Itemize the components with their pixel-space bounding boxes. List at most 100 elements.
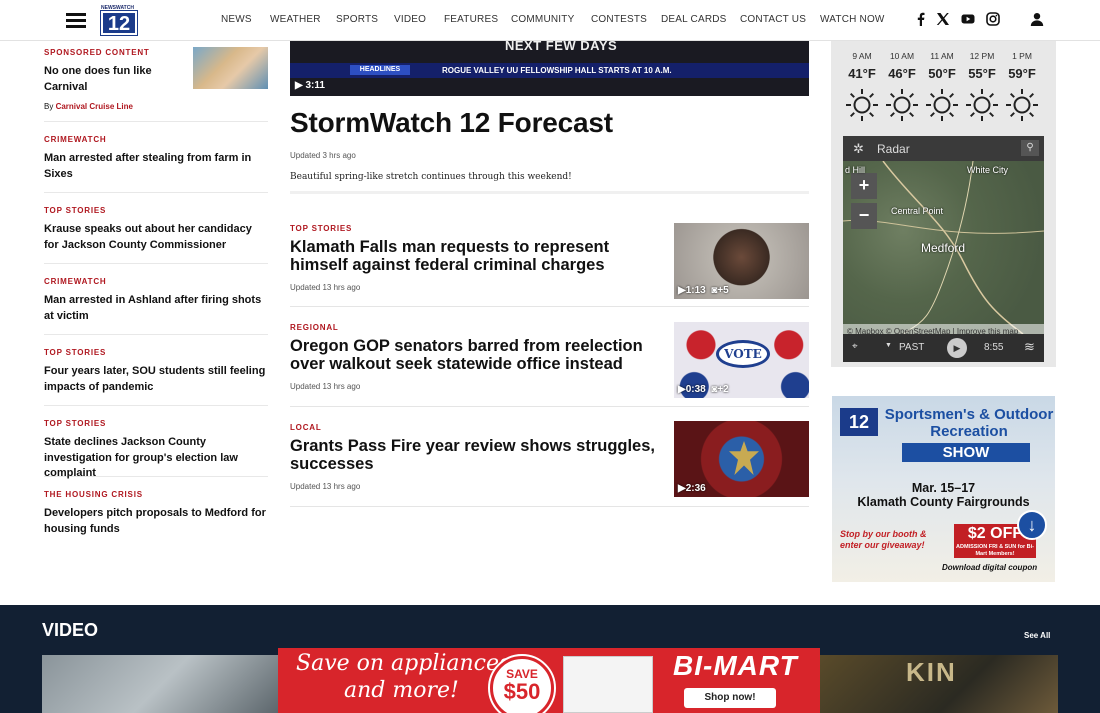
sponsored-image[interactable] — [193, 47, 268, 89]
sun-icon — [1006, 89, 1038, 121]
weather-widget: 9 AM 10 AM 11 AM 12 PM 1 PM 41°F 46°F 50… — [831, 41, 1056, 367]
byline-prefix: By — [44, 102, 54, 111]
radar-time: 8:55 — [984, 342, 1004, 353]
logo-number: 12 — [100, 10, 138, 36]
hero-video-player[interactable]: NEXT FEW DAYS HEADLINES ROGUE VALLEY UU … — [290, 41, 809, 96]
location-pin-icon[interactable]: ⌖ — [852, 341, 858, 352]
list-item[interactable]: TOP STORIES Krause speaks out about her … — [44, 206, 268, 264]
facebook-icon[interactable] — [914, 12, 928, 28]
sponsored-item[interactable]: SPONSORED CONTENT No one does fun like C… — [44, 41, 268, 122]
list-item-title[interactable]: State declines Jackson County investigat… — [44, 435, 268, 482]
story-card[interactable]: TOP STORIES Klamath Falls man requests t… — [290, 212, 809, 307]
sportsmen-show-ad[interactable]: 12 Sportsmen's & Outdoor Recreation SHOW… — [832, 396, 1055, 582]
account-icon[interactable] — [1030, 12, 1044, 28]
banner-brand: BI-MART — [673, 650, 798, 681]
list-item-title[interactable]: Man arrested after stealing from farm in… — [44, 151, 268, 182]
nav-watch-now[interactable]: WATCH NOW — [820, 14, 885, 25]
nav-news[interactable]: NEWS — [221, 14, 252, 25]
story-thumbnail[interactable]: ▶2:36 — [674, 421, 809, 497]
video-badge: ▶2:36 — [678, 483, 706, 494]
hour-label: 1 PM — [1012, 51, 1032, 61]
video-thumbnail[interactable] — [42, 655, 282, 713]
list-item-title[interactable]: Man arrested in Ashland after firing sho… — [44, 293, 268, 324]
list-item-kicker: TOP STORIES — [44, 419, 107, 428]
save-amount: $50 — [503, 679, 541, 704]
story-thumbnail[interactable]: VOTE ▶0:38 ◙+2 — [674, 322, 809, 398]
radar-logo-icon: ✲ — [853, 141, 864, 156]
radar-title: Radar — [877, 142, 910, 156]
radar-widget[interactable]: ✲ Radar ⚲ + − d Hill White City Central … — [843, 136, 1044, 362]
story-card[interactable]: LOCAL Grants Pass Fire year review shows… — [290, 407, 809, 507]
site-logo[interactable]: NEWSWATCH 12 — [100, 5, 138, 36]
story-title[interactable]: Grants Pass Fire year review shows strug… — [290, 437, 660, 473]
story-thumbnail[interactable]: ▶1:13 ◙+5 — [674, 223, 809, 299]
radar-settings-icon[interactable]: ⚲ — [1021, 140, 1039, 156]
play-icon: ▶ — [295, 80, 303, 91]
hero-title[interactable]: StormWatch 12 Forecast — [290, 107, 613, 139]
top-navigation-bar: NEWSWATCH 12 NEWS WEATHER SPORTS VIDEO F… — [0, 0, 1100, 41]
sun-icon — [886, 89, 918, 121]
list-item-kicker: CRIMEWATCH — [44, 277, 107, 286]
list-item-title[interactable]: Developers pitch proposals to Medford fo… — [44, 506, 268, 537]
story-card[interactable]: REGIONAL Oregon GOP senators barred from… — [290, 307, 809, 407]
hour-temp: 46°F — [888, 66, 916, 81]
list-item-kicker: TOP STORIES — [44, 206, 107, 215]
shop-now-button[interactable]: Shop now! — [684, 688, 776, 708]
list-item-title[interactable]: Four years later, SOU students still fee… — [44, 364, 268, 395]
video-badge: ▶0:38 ◙+2 — [678, 384, 729, 395]
nav-contact-us[interactable]: CONTACT US — [740, 14, 806, 25]
see-all-link[interactable]: See All — [1024, 631, 1050, 640]
story-title[interactable]: Oregon GOP senators barred from reelecti… — [290, 337, 660, 373]
nav-features[interactable]: FEATURES — [444, 14, 498, 25]
ad-dates: Mar. 15–17 — [911, 481, 976, 495]
list-item[interactable]: TOP STORIES State declines Jackson Count… — [44, 419, 268, 479]
nav-contests[interactable]: CONTESTS — [591, 14, 647, 25]
list-item-kicker: CRIMEWATCH — [44, 135, 107, 144]
video-duration-text: 3:11 — [305, 80, 325, 91]
radar-controls: ⌖ ▼ PAST ▶ 8:55 ≋ — [843, 334, 1044, 362]
story-title[interactable]: Klamath Falls man requests to represent … — [290, 238, 660, 274]
x-icon[interactable] — [936, 12, 950, 28]
download-arrow-icon[interactable]: ↓ — [1017, 510, 1047, 540]
list-item[interactable]: TOP STORIES Four years later, SOU studen… — [44, 348, 268, 406]
hour-temp: 50°F — [928, 66, 956, 81]
hour-temp: 59°F — [1008, 66, 1036, 81]
radar-header: ✲ Radar ⚲ — [843, 136, 1044, 161]
list-item[interactable]: THE HOUSING CRISIS Developers pitch prop… — [44, 490, 268, 548]
video-thumbnail[interactable]: KIN — [818, 655, 1058, 713]
play-button[interactable]: ▶ — [947, 338, 967, 358]
nav-deal-cards[interactable]: DEAL CARDS — [661, 14, 727, 25]
nav-sports[interactable]: SPORTS — [336, 14, 378, 25]
sponsored-title[interactable]: No one does fun like Carnival — [44, 64, 164, 95]
list-item-kicker: TOP STORIES — [44, 348, 107, 357]
zoom-in-button[interactable]: + — [851, 173, 877, 199]
sun-icon — [926, 89, 958, 121]
byline-sponsor-link[interactable]: Carnival Cruise Line — [56, 102, 133, 111]
instagram-icon[interactable] — [986, 12, 1000, 28]
video-badge: ▶1:13 ◙+5 — [678, 285, 729, 296]
hour-temp: 55°F — [968, 66, 996, 81]
map-label: Central Point — [891, 206, 944, 216]
hour-label: 9 AM — [852, 51, 872, 61]
nav-weather[interactable]: WEATHER — [270, 14, 321, 25]
nav-video[interactable]: VIDEO — [394, 14, 426, 25]
sun-icon — [966, 89, 998, 121]
appliance-image — [563, 656, 653, 713]
list-item-title[interactable]: Krause speaks out about her candidacy fo… — [44, 222, 268, 253]
zoom-out-button[interactable]: − — [851, 203, 877, 229]
ad-headline: Sportsmen's & Outdoor Recreation — [884, 406, 1054, 440]
radar-map[interactable]: + − d Hill White City Central Point Medf… — [843, 161, 1044, 351]
bimart-banner-ad[interactable]: Save on appliances... and more! SAVE $50… — [278, 648, 820, 713]
ad-date-venue: Mar. 15–17 Klamath County Fairgrounds — [832, 481, 1055, 509]
save-badge: SAVE $50 — [488, 654, 556, 713]
video-ticker-text: ROGUE VALLEY UU FELLOWSHIP HALL STARTS A… — [442, 66, 672, 75]
nav-community[interactable]: COMMUNITY — [511, 14, 574, 25]
list-item[interactable]: CRIMEWATCH Man arrested in Ashland after… — [44, 277, 268, 335]
past-dropdown[interactable]: PAST — [899, 342, 924, 353]
youtube-icon[interactable] — [961, 12, 975, 28]
video-thumbnail-text: KIN — [906, 657, 957, 687]
list-item[interactable]: CRIMEWATCH Man arrested after stealing f… — [44, 135, 268, 193]
layers-icon[interactable]: ≋ — [1024, 339, 1035, 355]
ad-coupon-link[interactable]: Download digital coupon — [942, 563, 1037, 572]
menu-icon[interactable] — [66, 13, 86, 28]
